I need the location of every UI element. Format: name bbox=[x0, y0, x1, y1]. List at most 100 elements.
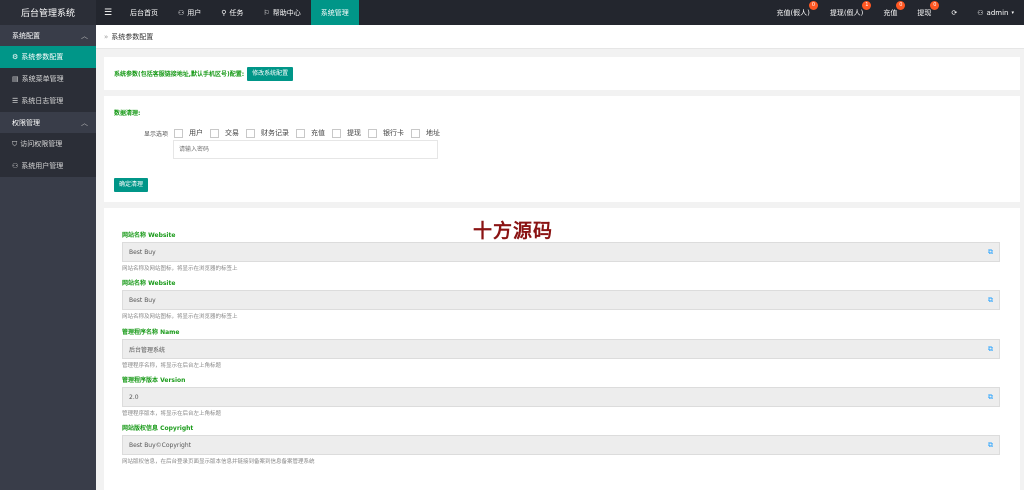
sidebar: 系统配置 ︿ ⚙ 系统参数配置 ▤ 系统菜单管理 ☰ 系统日志管理 权限管理 ︿ ⛉ 访问权… bbox=[0, 25, 96, 490]
sidebar-group-label: 系统配置 bbox=[12, 31, 40, 40]
nav-system-label: 系统管理 bbox=[320, 8, 349, 17]
nav-withdraw[interactable]: 提现 0 bbox=[907, 0, 941, 25]
checkbox-withdraw[interactable]: 提现 bbox=[332, 128, 361, 138]
sidebar-item-label: 访问权限管理 bbox=[20, 140, 63, 148]
checkbox-box[interactable] bbox=[368, 128, 378, 138]
breadcrumb-label: 系统参数配置 bbox=[111, 32, 154, 41]
nav-recharge-label: 充值 bbox=[883, 8, 898, 17]
field-hint: 网站版权信息，在后台登录页面显示版本信息并链接到备案到信息备案管理系统 bbox=[122, 459, 315, 465]
field-app-version: 管理程序版本 Version 2.0 ⧉ 管理程序版本，将显示在后台左上角标题 bbox=[122, 375, 1002, 417]
field-label: 网站名称 Website bbox=[122, 232, 176, 239]
task-icon: ⚲ bbox=[221, 8, 227, 17]
sidebar-group-system-config[interactable]: 系统配置 ︿ bbox=[0, 25, 96, 46]
copy-icon[interactable]: ⧉ bbox=[988, 393, 993, 402]
gear-icon: ⚙ bbox=[12, 53, 19, 61]
checkbox-box[interactable] bbox=[174, 128, 184, 138]
field-website-name-2: 网站名称 Website Best Buy ⧉ 网站名称及网站图标，将显示在浏览器… bbox=[122, 278, 1002, 320]
sidebar-item-system-users[interactable]: ⚇ 系统用户管理 bbox=[0, 155, 96, 177]
field-app-name: 管理程序名称 Name 后台管理系统 ⧉ 管理程序名称，将显示在后台左上角标题 bbox=[122, 327, 1002, 369]
checkbox-address[interactable]: 地址 bbox=[411, 128, 440, 138]
refresh-icon[interactable]: ⟳ bbox=[941, 0, 967, 25]
field-hint: 网站名称及网站图标，将显示在浏览器的标签上 bbox=[122, 314, 238, 320]
app-title: 后台管理系统 bbox=[0, 0, 96, 25]
sidebar-group-label: 权限管理 bbox=[12, 118, 40, 127]
checkbox-label: 银行卡 bbox=[383, 129, 405, 137]
menu-icon[interactable]: ☰ bbox=[96, 8, 120, 18]
nav-home-label: 后台首页 bbox=[130, 8, 158, 17]
user-menu[interactable]: ⚇ admin ▾ bbox=[967, 0, 1024, 25]
field-label: 管理程序版本 Version bbox=[122, 377, 186, 384]
nav-recharge-fake-label: 充值(假人) bbox=[776, 8, 810, 17]
checkbox-label: 用户 bbox=[189, 129, 204, 137]
field-input[interactable]: 后台管理系统 ⧉ bbox=[122, 339, 1000, 359]
sidebar-item-system-log[interactable]: ☰ 系统日志管理 bbox=[0, 90, 96, 112]
user-icon: ⚇ bbox=[178, 8, 185, 17]
breadcrumb: » 系统参数配置 bbox=[96, 25, 1024, 49]
field-input[interactable]: Best Buy ⧉ bbox=[122, 290, 1000, 310]
nav-recharge-fake[interactable]: 充值(假人) 0 bbox=[766, 0, 819, 25]
sidebar-item-system-params[interactable]: ⚙ 系统参数配置 bbox=[0, 46, 96, 68]
field-hint: 网站名称及网站图标，将显示在浏览器的标签上 bbox=[122, 266, 238, 272]
nav-help-label: 帮助中心 bbox=[272, 8, 301, 17]
config-label: 系统参数(包括客服链接地址,默认手机区号)配置: bbox=[114, 71, 245, 78]
badge: 1 bbox=[862, 1, 872, 10]
copy-icon[interactable]: ⧉ bbox=[988, 441, 993, 450]
user-name: admin bbox=[986, 8, 1009, 17]
nav-withdraw-fake[interactable]: 提现(假人) 1 bbox=[820, 0, 873, 25]
nav-system[interactable]: 系统管理 bbox=[310, 0, 359, 25]
nav-users[interactable]: ⚇ 用户 bbox=[168, 0, 211, 25]
field-website-name: 网站名称 Website Best Buy ⧉ 网站名称及网站图标，将显示在浏览器… bbox=[122, 230, 1002, 272]
checkbox-box[interactable] bbox=[210, 128, 220, 138]
checkbox-box[interactable] bbox=[246, 128, 256, 138]
sidebar-item-access-permissions[interactable]: ⛉ 访问权限管理 bbox=[0, 133, 96, 155]
field-input[interactable]: 2.0 ⧉ bbox=[122, 387, 1000, 407]
checkbox-box[interactable] bbox=[411, 128, 421, 138]
top-nav: 后台首页 ⚇ 用户 ⚲ 任务 ⚐ 帮助中心 系统管理 bbox=[120, 0, 359, 25]
field-label: 网站名称 Website bbox=[122, 280, 176, 287]
checkbox-trades[interactable]: 交易 bbox=[210, 128, 239, 138]
cleanup-options: 显示选项 用户 交易 财务记录 充值 提现 银行卡 地址 bbox=[144, 128, 447, 138]
checkbox-bankcard[interactable]: 银行卡 bbox=[368, 128, 404, 138]
user-icon: ⚇ bbox=[12, 162, 19, 170]
breadcrumb-separator: » bbox=[104, 32, 109, 41]
copy-icon[interactable]: ⧉ bbox=[988, 248, 993, 257]
field-input[interactable]: Best Buy ⧉ bbox=[122, 242, 1000, 262]
checkbox-box[interactable] bbox=[332, 128, 342, 138]
checkbox-users[interactable]: 用户 bbox=[174, 128, 203, 138]
sidebar-item-label: 系统参数配置 bbox=[21, 53, 64, 61]
edit-config-button[interactable]: 修改系统配置 bbox=[247, 66, 294, 81]
sidebar-group-permissions[interactable]: 权限管理 ︿ bbox=[0, 112, 96, 133]
badge: 0 bbox=[930, 1, 940, 10]
checkbox-label: 地址 bbox=[426, 129, 441, 137]
user-icon: ⚇ bbox=[977, 8, 984, 17]
field-value: 后台管理系统 bbox=[129, 346, 166, 354]
field-value: 2.0 bbox=[129, 393, 139, 401]
sidebar-item-label: 系统日志管理 bbox=[21, 97, 64, 105]
sidebar-item-label: 系统用户管理 bbox=[21, 162, 64, 170]
nav-help[interactable]: ⚐ 帮助中心 bbox=[253, 0, 310, 25]
nav-home[interactable]: 后台首页 bbox=[120, 0, 168, 25]
log-icon: ☰ bbox=[12, 97, 19, 105]
nav-tasks-label: 任务 bbox=[229, 8, 244, 17]
nav-withdraw-fake-label: 提现(假人) bbox=[829, 8, 864, 17]
checkbox-finance[interactable]: 财务记录 bbox=[246, 128, 289, 138]
field-value: Best Buy bbox=[129, 248, 156, 256]
checkbox-box[interactable] bbox=[296, 128, 306, 138]
field-input[interactable]: Best Buy©Copyright ⧉ bbox=[122, 435, 1000, 455]
nav-tasks[interactable]: ⚲ 任务 bbox=[211, 0, 253, 25]
chevron-up-icon: ︿ bbox=[81, 31, 88, 40]
copy-icon[interactable]: ⧉ bbox=[988, 345, 993, 354]
cleanup-title: 数据清理: bbox=[114, 110, 141, 117]
checkbox-recharge[interactable]: 充值 bbox=[296, 128, 325, 138]
chevron-up-icon: ︿ bbox=[81, 118, 88, 127]
flag-icon: ⚐ bbox=[263, 8, 270, 17]
field-label: 网站版权信息 Copyright bbox=[122, 425, 194, 432]
password-input[interactable] bbox=[173, 140, 438, 159]
sidebar-item-system-menu[interactable]: ▤ 系统菜单管理 bbox=[0, 68, 96, 90]
nav-recharge[interactable]: 充值 0 bbox=[873, 0, 907, 25]
checkbox-label: 财务记录 bbox=[261, 129, 290, 137]
config-card: 系统参数(包括客服链接地址,默认手机区号)配置: 修改系统配置 bbox=[104, 57, 1020, 90]
confirm-cleanup-button[interactable]: 确定清理 bbox=[114, 178, 149, 192]
field-hint: 管理程序版本，将显示在后台左上角标题 bbox=[122, 411, 222, 417]
copy-icon[interactable]: ⧉ bbox=[988, 296, 993, 305]
